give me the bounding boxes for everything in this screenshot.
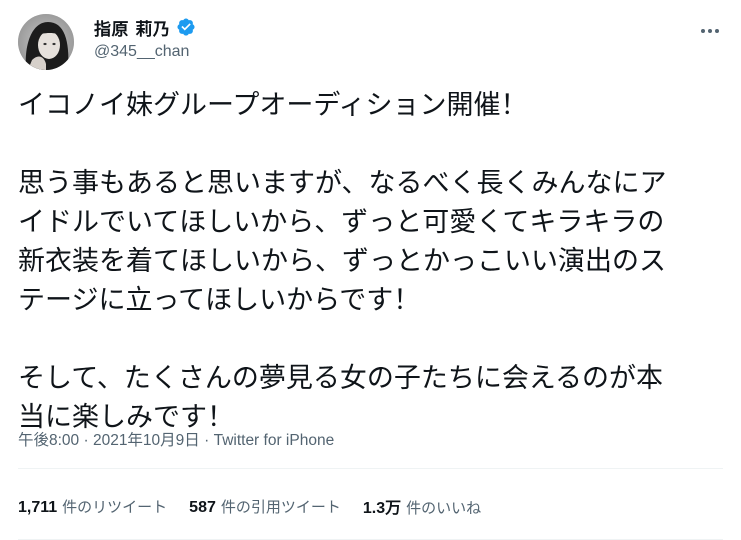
tweet-text: イコノイ妹グループオーディション開催！ 思う事もあると思いますが、なるべく長くみ…: [18, 90, 667, 433]
meta-separator: ·: [199, 432, 214, 449]
likes-stat[interactable]: 1.3万 件のいいね: [363, 494, 481, 518]
retweet-count: 1,711: [18, 498, 58, 516]
avatar-photo: [18, 14, 74, 70]
quotes-stat[interactable]: 587 件の引用ツイート: [189, 496, 341, 517]
meta-separator: ·: [79, 432, 93, 449]
display-name[interactable]: 指原 莉乃: [94, 15, 170, 40]
divider: [18, 468, 723, 469]
tweet-time[interactable]: 午後8:00: [18, 432, 79, 449]
quote-label: 件の引用ツイート: [220, 497, 341, 516]
tweet-header: 指原 莉乃 @345__chan: [18, 12, 723, 72]
tweet-card: 指原 莉乃 @345__chan イコノイ妹グループオーディション開催！ 思う事…: [0, 0, 741, 540]
retweet-label: 件のリツイート: [62, 497, 168, 516]
verified-badge-icon: [176, 17, 196, 37]
like-count: 1.3万: [362, 500, 402, 517]
more-options-icon[interactable]: [697, 18, 723, 44]
tweet-stats: 1,711 件のリツイート 587 件の引用ツイート 1.3万 件のいいね: [18, 494, 503, 518]
display-name-row: 指原 莉乃: [94, 15, 196, 40]
author-handle[interactable]: @345__chan: [94, 43, 196, 61]
quote-count: 587: [189, 498, 216, 516]
avatar[interactable]: [18, 14, 74, 70]
tweet-meta: 午後8:00 · 2021年10月9日 · Twitter for iPhone: [18, 428, 334, 450]
author-names: 指原 莉乃 @345__chan: [94, 15, 196, 61]
tweet-date[interactable]: 2021年10月9日: [93, 432, 200, 449]
like-label: 件のいいね: [406, 499, 482, 517]
retweets-stat[interactable]: 1,711 件のリツイート: [18, 496, 167, 517]
tweet-source[interactable]: Twitter for iPhone: [214, 432, 335, 449]
